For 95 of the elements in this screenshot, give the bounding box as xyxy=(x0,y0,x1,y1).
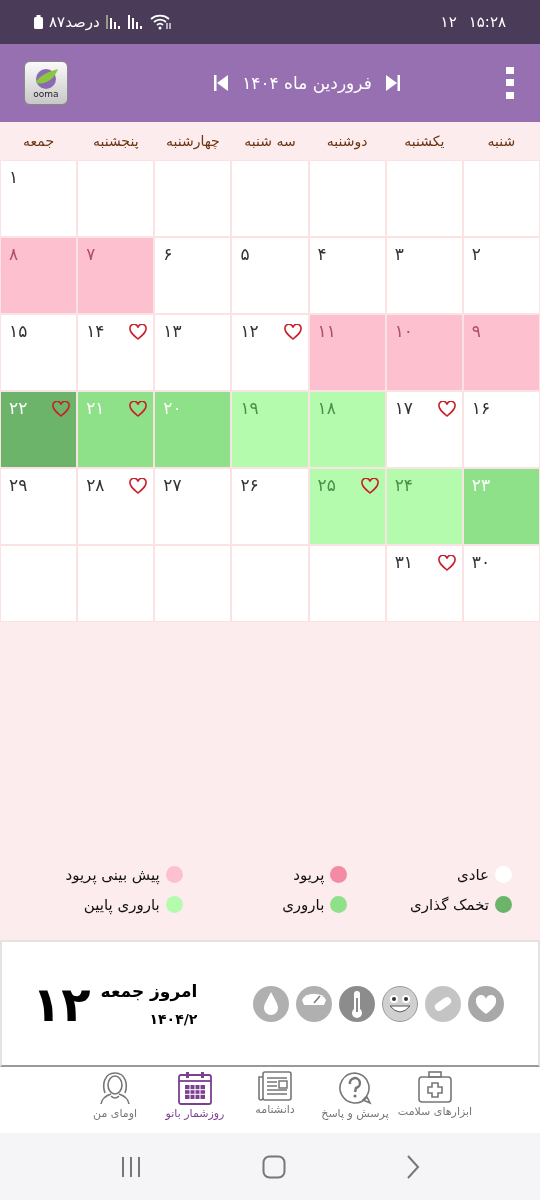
nav-tab[interactable]: ابزارهای سلامت xyxy=(395,1067,475,1133)
day-number: ۱۸ xyxy=(317,398,336,418)
day-cell[interactable]: ۲۸ xyxy=(78,469,154,544)
weekday-label: پنجشنبه xyxy=(91,133,140,149)
person-icon xyxy=(100,1071,130,1105)
legend-label: پریود xyxy=(293,866,325,884)
day-number: ۲۴ xyxy=(394,475,413,495)
day-number: ۸ xyxy=(9,244,19,264)
medical-kit-icon xyxy=(418,1071,452,1103)
day-number: ۳ xyxy=(394,244,404,264)
day-number: ۱۰ xyxy=(394,321,413,341)
nav-tab[interactable]: دانشنامه xyxy=(235,1067,315,1133)
day-cell[interactable]: ۲۹ xyxy=(1,469,77,544)
nav-tab[interactable]: روزشمار بانو xyxy=(155,1067,235,1133)
previous-icon[interactable] xyxy=(214,75,229,91)
day-cell[interactable]: ۱۳ xyxy=(155,315,231,390)
day-cell[interactable]: ۴ xyxy=(309,238,385,313)
day-number: ۶ xyxy=(163,244,173,264)
day-number: ۲۳ xyxy=(471,475,491,495)
day-number: ۲ xyxy=(471,244,481,264)
wifi-icon xyxy=(149,14,172,30)
day-number: ۱۶ xyxy=(471,398,491,418)
day-number: ۲۵ xyxy=(317,475,336,495)
calendar-icon xyxy=(178,1071,212,1105)
day-cell[interactable]: ۲۶ xyxy=(232,469,308,544)
day-number: ۱ xyxy=(9,167,19,187)
day-number: ۲۹ xyxy=(9,475,28,495)
nav-tab[interactable]: پرسش و پاسخ xyxy=(315,1067,395,1133)
home-icon[interactable] xyxy=(262,1154,286,1179)
day-number: ۱۷ xyxy=(394,398,413,418)
weekday-label: جمعه xyxy=(22,133,56,149)
day-cell[interactable]: ۱۷ xyxy=(386,392,462,467)
day-cell[interactable]: ۳۰ xyxy=(463,546,539,621)
day-number: ۳۰ xyxy=(471,552,491,572)
back-icon[interactable] xyxy=(406,1154,420,1179)
drop-icon[interactable] xyxy=(253,985,289,1022)
clock-time: ۱۵:۲۸ xyxy=(468,13,506,31)
day-cell[interactable]: ۵ xyxy=(232,238,308,313)
legend-label: باروری پایین xyxy=(83,896,160,914)
today-day-number: ۱۲ xyxy=(32,975,91,1032)
day-number: ۹ xyxy=(471,321,481,341)
day-number: ۲۲ xyxy=(9,398,28,418)
day-cell[interactable]: ۲۷ xyxy=(155,469,231,544)
legend-label: تخمک گذاری xyxy=(410,896,489,914)
day-number: ۱۲ xyxy=(240,321,259,341)
today-label: امروز جمعه xyxy=(100,980,198,1001)
legend-label: عادی xyxy=(457,866,489,884)
signal-icon xyxy=(105,15,122,29)
battery-icon xyxy=(34,15,43,29)
today-date: ۱۴۰۴/۲ xyxy=(149,1010,198,1027)
newspaper-icon xyxy=(258,1071,292,1101)
day-number: ۲۰ xyxy=(163,398,182,418)
day-cell[interactable]: ۳ xyxy=(386,238,462,313)
day-number: ۴ xyxy=(317,244,327,264)
legend-label: باروری xyxy=(282,896,325,914)
day-number: ۳۱ xyxy=(394,552,413,572)
thermometer-icon[interactable] xyxy=(339,985,375,1022)
day-cell[interactable]: ۶ xyxy=(155,238,231,313)
next-icon[interactable] xyxy=(385,75,400,91)
day-cell[interactable]: ۳۱ xyxy=(386,546,462,621)
day-number: ۱۱ xyxy=(317,321,336,341)
day-cell[interactable]: ۱۶ xyxy=(463,392,539,467)
day-cell[interactable]: ۲ xyxy=(463,238,539,313)
logo-text: ooma xyxy=(33,89,59,99)
day-cell[interactable]: ۱۵ xyxy=(1,315,77,390)
gauge-icon[interactable] xyxy=(296,985,332,1022)
notification-count: ۱۲ xyxy=(440,13,457,31)
legend-label: پیش بینی پریود xyxy=(65,866,160,884)
app-logo[interactable]: ooma xyxy=(24,61,68,105)
day-number: ۲۱ xyxy=(86,398,105,418)
day-number: ۵ xyxy=(240,244,250,264)
day-number: ۱۹ xyxy=(240,398,259,418)
nav-tab[interactable]: اومای من xyxy=(75,1067,155,1133)
weekday-label: شنبه xyxy=(486,133,517,149)
day-number: ۲۶ xyxy=(240,475,259,495)
day-number: ۱۵ xyxy=(9,321,28,341)
smiley-icon[interactable] xyxy=(382,985,418,1022)
day-number: ۱۴ xyxy=(86,321,105,341)
question-icon xyxy=(338,1071,372,1105)
weekday-label: چهارشنبه xyxy=(164,133,221,149)
recent-apps-icon[interactable] xyxy=(120,1155,142,1178)
battery-text: ۸۷درصد xyxy=(49,13,100,31)
day-number: ۷ xyxy=(86,244,96,264)
day-number: ۱۳ xyxy=(163,321,182,341)
month-title: فروردین ماه ۱۴۰۴ xyxy=(242,73,372,93)
day-number: ۲۸ xyxy=(86,475,105,495)
day-number: ۲۷ xyxy=(163,475,182,495)
weekday-label: دوشنبه xyxy=(325,133,369,149)
weekday-label: سه شنبه xyxy=(243,133,297,149)
signal-icon xyxy=(127,15,144,29)
menu-icon[interactable] xyxy=(506,67,514,99)
weekday-label: یکشنبه xyxy=(403,133,446,149)
day-cell[interactable]: ۱۴ xyxy=(78,315,154,390)
day-cell[interactable]: ۱۲ xyxy=(232,315,308,390)
day-cell[interactable]: ۱ xyxy=(1,161,77,236)
